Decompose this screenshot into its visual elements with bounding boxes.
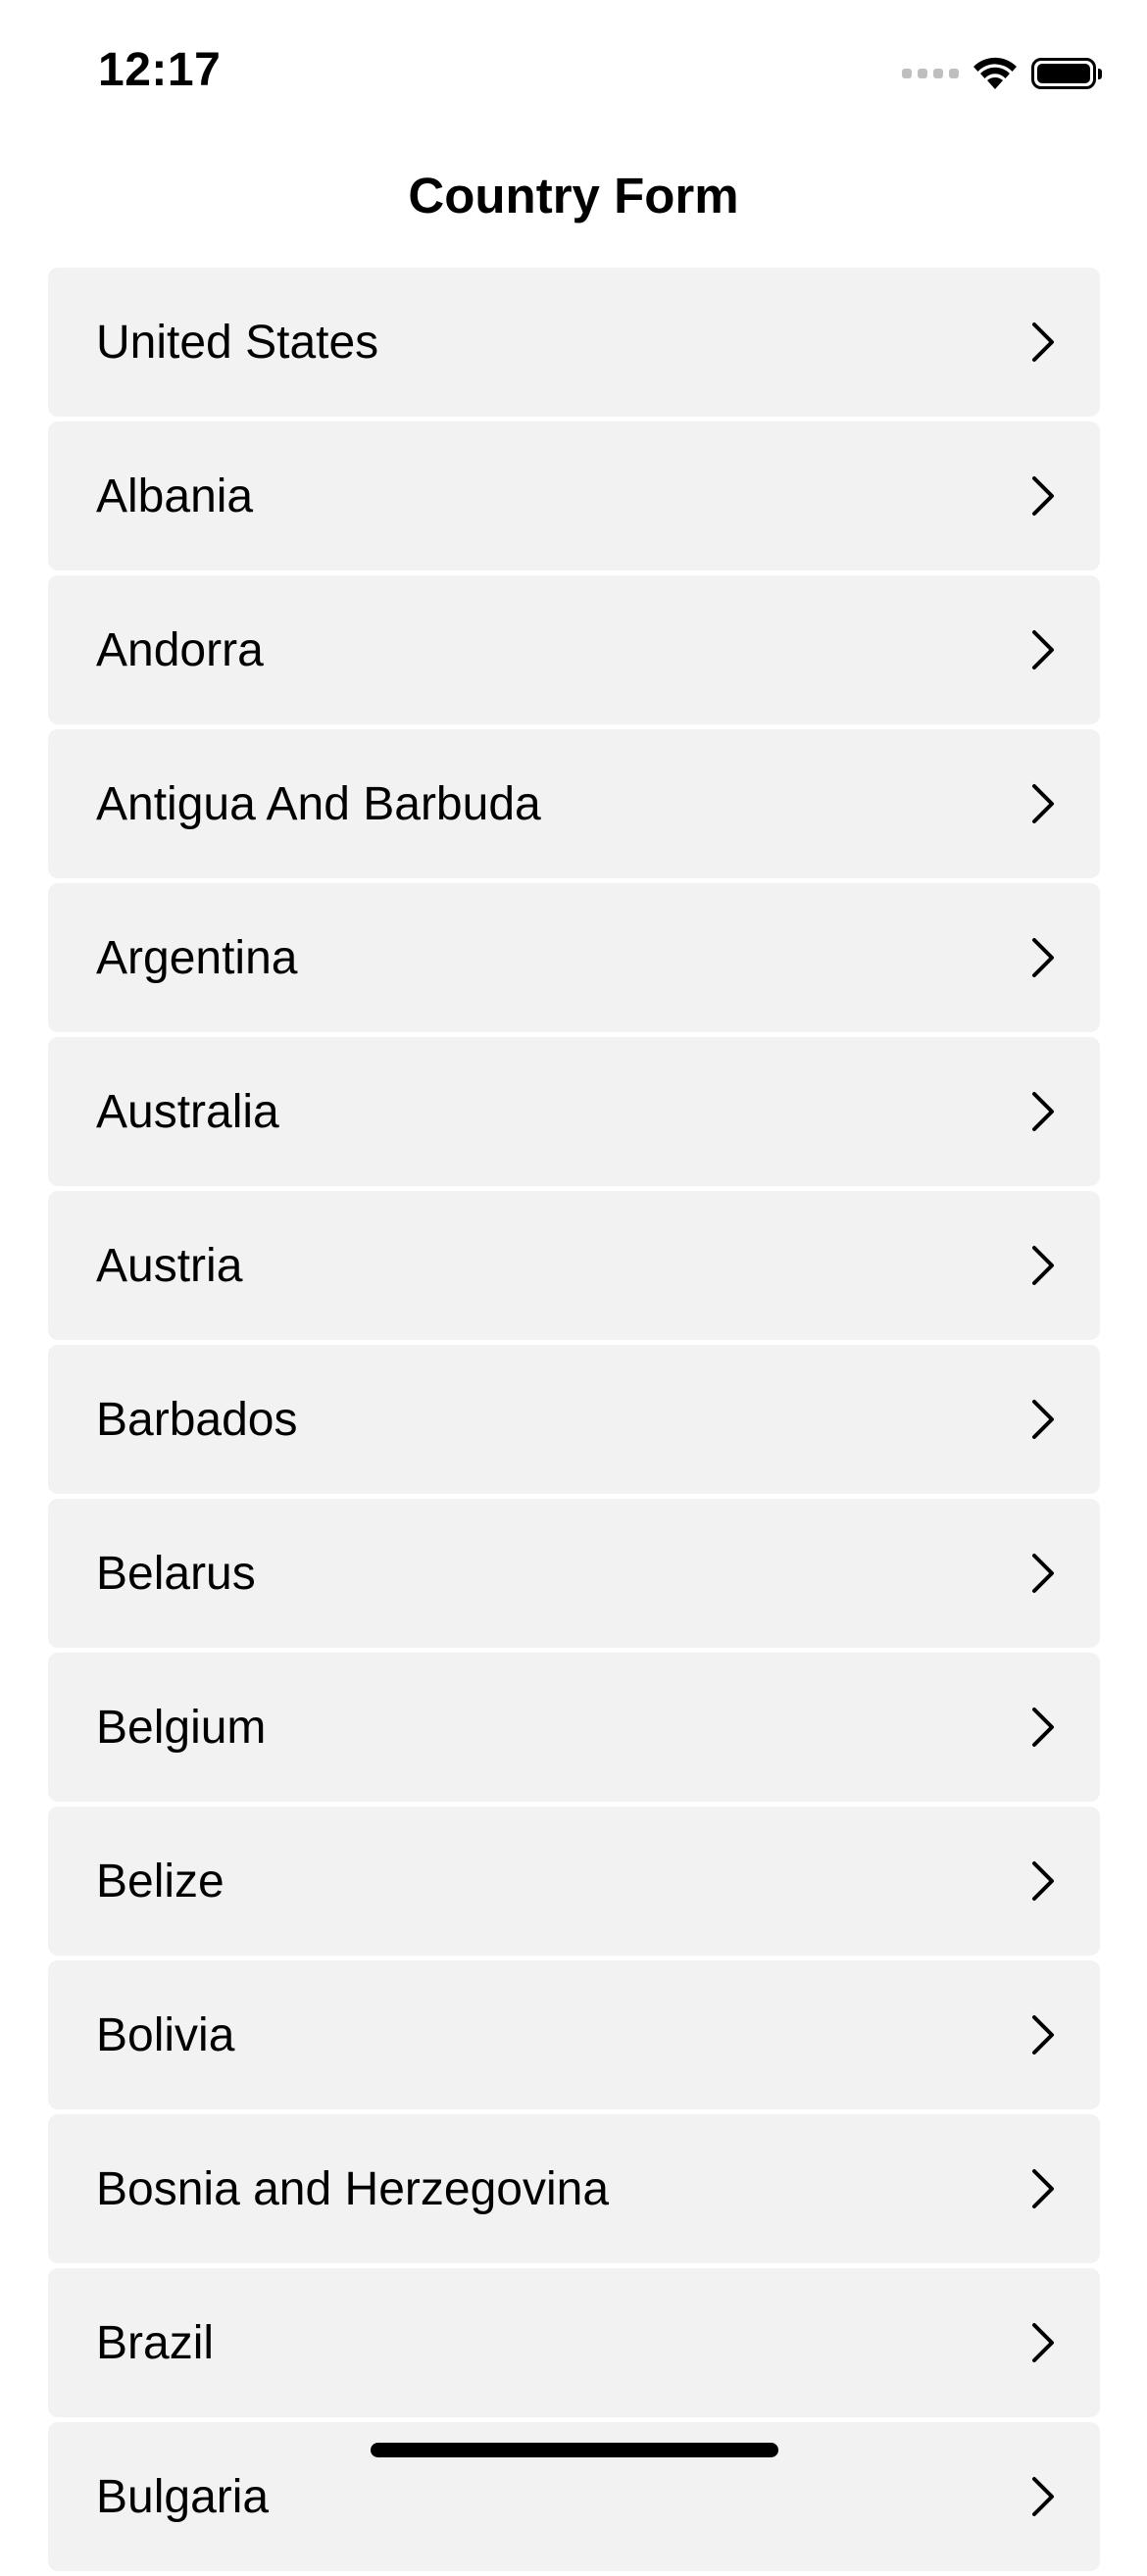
country-label: Australia [96, 1085, 279, 1138]
status-icons [902, 49, 1102, 98]
chevron-right-icon [1032, 1554, 1054, 1593]
list-item[interactable]: Belgium [48, 1653, 1100, 1802]
chevron-right-icon [1032, 2323, 1054, 2362]
chevron-right-icon [1032, 1246, 1054, 1285]
country-label: Albania [96, 470, 254, 522]
list-item[interactable]: Andorra [48, 575, 1100, 724]
list-item[interactable]: Antigua And Barbuda [48, 729, 1100, 878]
list-item[interactable]: Brazil [48, 2268, 1100, 2417]
country-label: Belgium [96, 1701, 267, 1754]
cellular-signal-icon [902, 69, 959, 78]
chevron-right-icon [1032, 322, 1054, 362]
list-item[interactable]: United States [48, 268, 1100, 417]
list-item[interactable]: Argentina [48, 883, 1100, 1032]
list-item[interactable]: Albania [48, 421, 1100, 570]
country-label: Bulgaria [96, 2470, 270, 2523]
country-label: Argentina [96, 931, 298, 984]
country-label: Austria [96, 1239, 243, 1292]
list-item[interactable]: Belize [48, 1807, 1100, 1956]
chevron-right-icon [1032, 1400, 1054, 1439]
status-time: 12:17 [98, 44, 222, 96]
country-label: Bosnia and Herzegovina [96, 2162, 610, 2215]
country-list: United States Albania Andorra Antigua And B… [48, 268, 1100, 2576]
chevron-right-icon [1032, 1861, 1054, 1901]
chevron-right-icon [1032, 2169, 1054, 2208]
country-label: Andorra [96, 623, 264, 676]
home-indicator[interactable] [371, 2443, 778, 2457]
country-label: Bolivia [96, 2008, 235, 2061]
country-label: Barbados [96, 1393, 298, 1446]
country-label: Antigua And Barbuda [96, 777, 541, 830]
page-title: Country Form [408, 168, 739, 223]
list-item[interactable]: Austria [48, 1191, 1100, 1340]
country-label: Belarus [96, 1547, 256, 1600]
chevron-right-icon [1032, 630, 1054, 669]
country-label: Belize [96, 1855, 224, 1907]
list-item[interactable]: Australia [48, 1037, 1100, 1186]
chevron-right-icon [1032, 2015, 1054, 2055]
list-item[interactable]: Belarus [48, 1499, 1100, 1648]
chevron-right-icon [1032, 1092, 1054, 1131]
battery-icon [1031, 58, 1102, 89]
chevron-right-icon [1032, 784, 1054, 823]
list-item[interactable]: Bosnia and Herzegovina [48, 2114, 1100, 2263]
chevron-right-icon [1032, 476, 1054, 516]
country-label: United States [96, 316, 379, 369]
list-item[interactable]: Bolivia [48, 1960, 1100, 2109]
list-item[interactable]: Barbados [48, 1345, 1100, 1494]
chevron-right-icon [1032, 1708, 1054, 1747]
status-bar: 12:17 [0, 0, 1147, 147]
country-label: Brazil [96, 2316, 215, 2369]
chevron-right-icon [1032, 938, 1054, 977]
wifi-icon [973, 57, 1017, 89]
